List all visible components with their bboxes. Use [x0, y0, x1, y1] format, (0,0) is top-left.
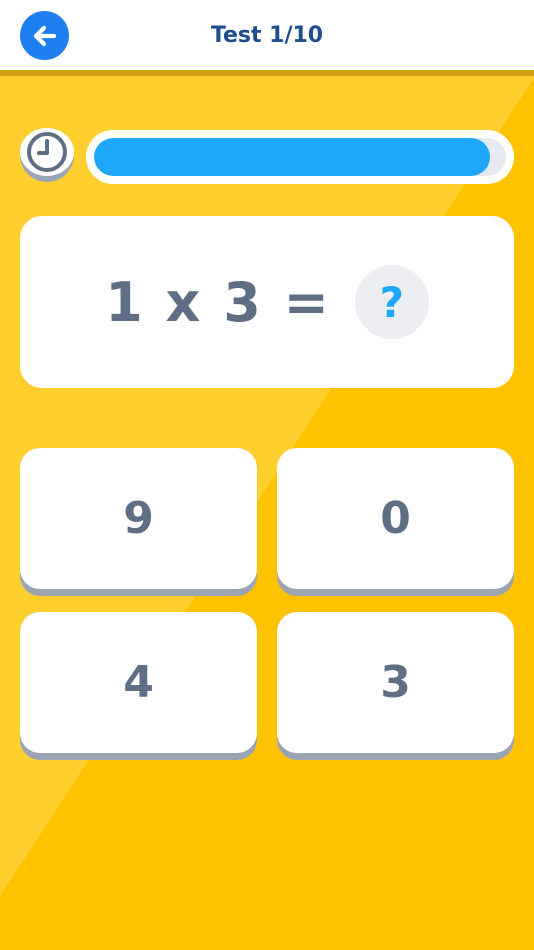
top-bar: Test 1/10 — [0, 0, 534, 70]
answer-button-1[interactable]: 9 — [20, 448, 257, 589]
timer-progress-track — [94, 138, 506, 176]
clock-badge — [20, 128, 74, 176]
question-card: 1 x 3 = ? — [20, 216, 514, 388]
answer-placeholder: ? — [354, 265, 429, 339]
quiz-area: 1 x 3 = ? 9 0 4 3 — [0, 76, 534, 950]
question-expression: 1 x 3 = — [105, 270, 331, 334]
timer-progress-fill — [94, 138, 490, 176]
timer-progress-bar — [86, 130, 514, 184]
page-title: Test 1/10 — [210, 22, 324, 48]
answer-button-2[interactable]: 0 — [277, 448, 514, 589]
answer-button-4[interactable]: 3 — [277, 612, 514, 753]
clock-icon — [27, 132, 67, 172]
answer-button-3[interactable]: 4 — [20, 612, 257, 753]
